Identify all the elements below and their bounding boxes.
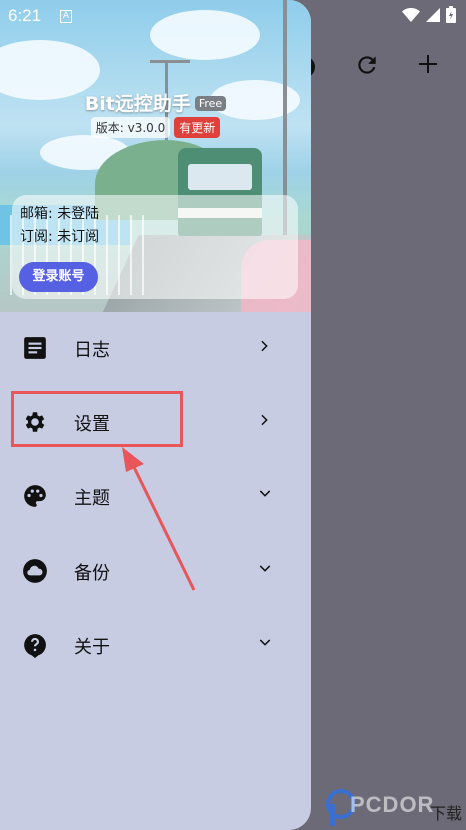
signal-icon [426, 7, 440, 22]
watermark-cn: 下载 [430, 804, 463, 823]
status-time: 6:21 [8, 6, 42, 25]
wifi-icon [402, 7, 420, 22]
status-icons [402, 6, 456, 23]
battery-icon [446, 6, 456, 23]
annotation-arrow [122, 447, 196, 591]
watermark-text: PCDOR [350, 792, 435, 817]
watermark: PCDOR 下载 [326, 786, 466, 830]
notification-icon: A [60, 10, 72, 23]
